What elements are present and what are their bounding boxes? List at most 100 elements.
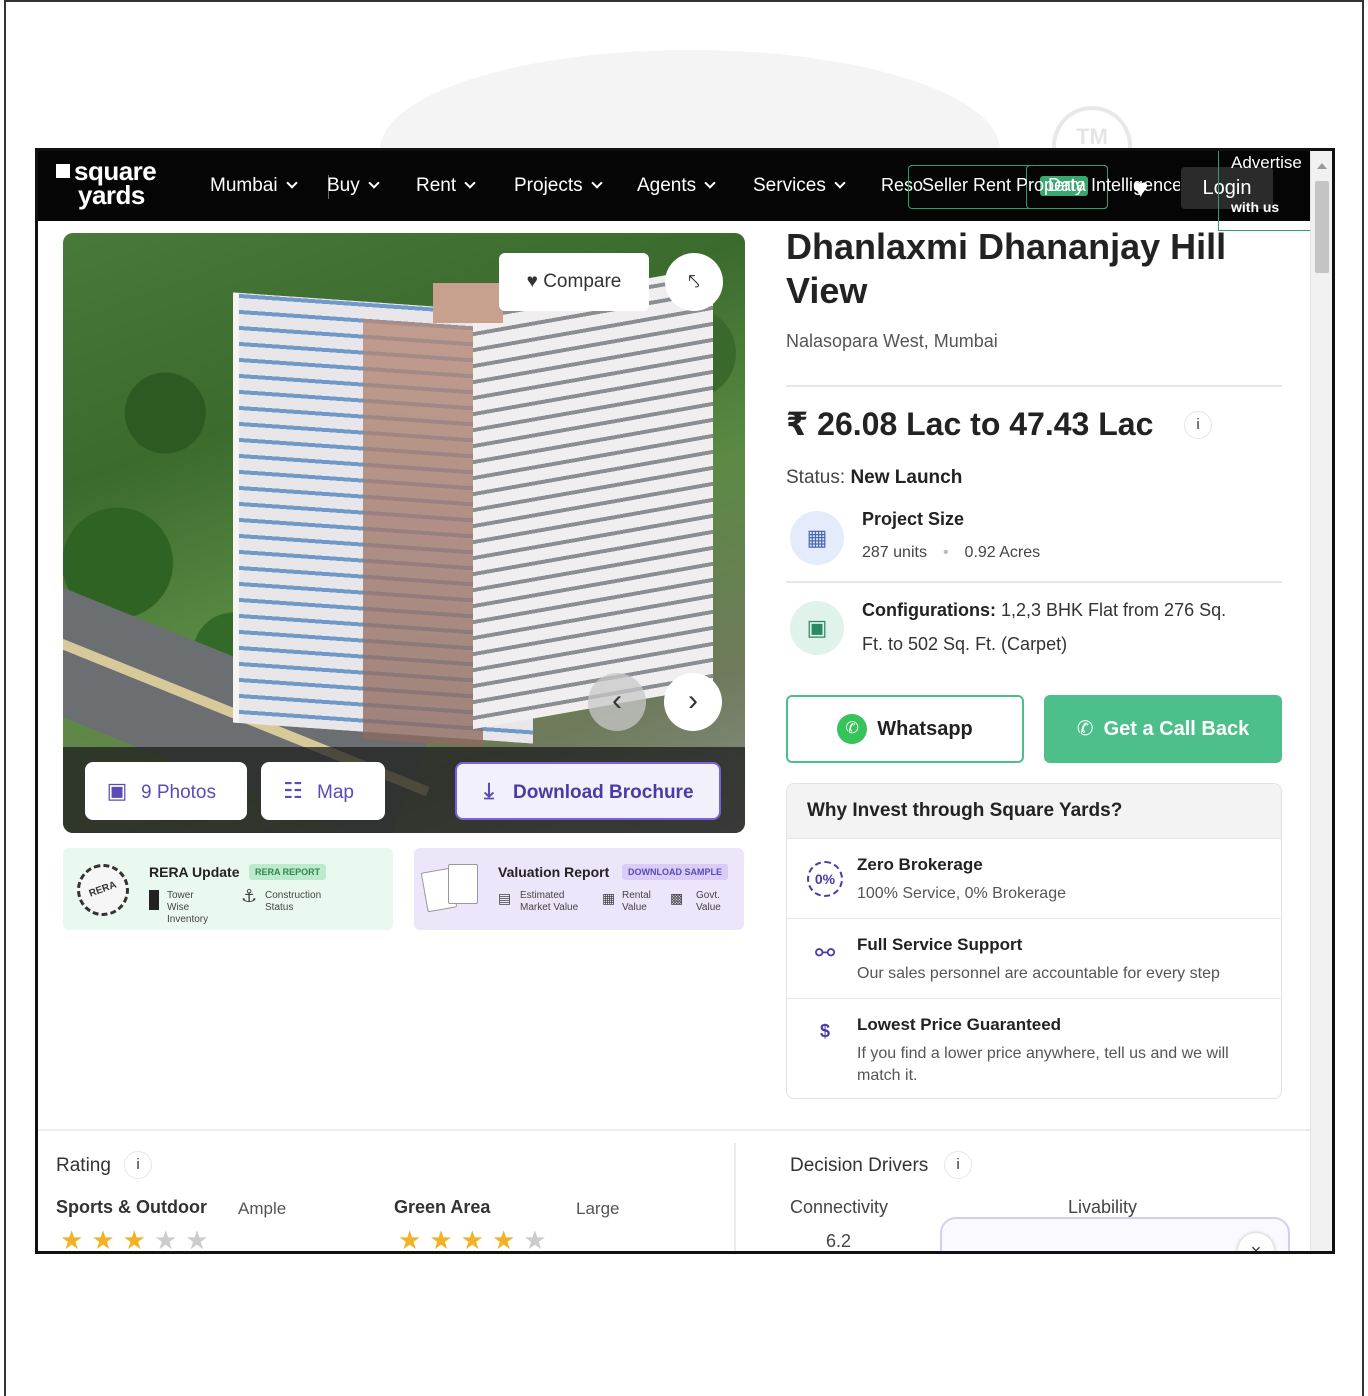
nav-item-projects[interactable]: Projects — [514, 175, 603, 197]
nav-item-city[interactable]: Mumbai — [210, 175, 298, 197]
map-button[interactable]: ☷ Map — [261, 762, 385, 820]
nav-rent-label: Rent — [416, 175, 457, 196]
project-location: Nalasopara West, Mumbai — [786, 331, 998, 351]
whatsapp-label: Whatsapp — [877, 718, 973, 740]
rating-stars-green: ★★★★★ — [398, 1225, 555, 1254]
scrollbar-thumb[interactable] — [1315, 181, 1329, 273]
share-button[interactable]: ⤣ — [665, 253, 723, 311]
nav-item-services[interactable]: Services — [753, 175, 846, 197]
connectivity-label: Connectivity — [790, 1197, 889, 1217]
nav-item-rent[interactable]: Rent — [416, 175, 476, 197]
size-acres: 0.92 Acres — [964, 544, 1041, 561]
rental-value: ▦ Rental Value — [602, 890, 662, 914]
tower-side — [473, 266, 713, 730]
download-sample-tag: DOWNLOAD SAMPLE — [622, 864, 728, 880]
rental-value-label: Rental Value — [622, 890, 651, 913]
next-image-button[interactable]: › — [664, 673, 722, 731]
construction-status-label: Construction Status — [265, 890, 322, 913]
logo-text-line2: yards — [78, 180, 145, 210]
project-image-gallery[interactable]: ♥ Compare ⤣ ‹ › ▣ 9 Photos ☷ Map ⤓ Download… — [63, 233, 745, 833]
star-empty-icon: ★ — [153, 1225, 186, 1254]
previous-image-button[interactable]: ‹ — [588, 673, 646, 731]
chevron-left-icon: ‹ — [612, 684, 622, 717]
rera-seal-icon: RERA — [69, 856, 137, 924]
photo-icon: ▣ — [106, 778, 128, 803]
valuation-report-card[interactable]: Valuation Report DOWNLOAD SAMPLE ▤ Estima… — [414, 848, 744, 930]
why-item-description: 100% Service, 0% Brokerage — [857, 885, 1066, 902]
chevron-down-icon — [368, 177, 380, 189]
why-item-title: Full Service Support — [857, 935, 1023, 954]
why-item-service-support: ⚯ Full Service Support Our sales personn… — [787, 918, 1281, 998]
price-info-icon[interactable]: i — [1184, 411, 1212, 439]
divider — [786, 385, 1282, 387]
nav-city-label: Mumbai — [210, 175, 278, 196]
crane-icon: ⚓ — [241, 886, 258, 906]
price-tag-icon: $ — [819, 1021, 830, 1041]
nav-services-label: Services — [753, 175, 826, 196]
map-label: Map — [317, 782, 354, 803]
govt-building-icon: ▩ — [670, 890, 684, 906]
nav-projects-label: Projects — [514, 175, 583, 196]
nav-item-agents[interactable]: Agents — [637, 175, 716, 197]
whatsapp-button[interactable]: ✆ Whatsapp — [786, 695, 1024, 763]
rating-info-icon[interactable]: i — [124, 1151, 152, 1179]
percent-badge-icon: 0% — [807, 861, 843, 897]
rating-label-green: Green Area — [394, 1197, 491, 1217]
project-status: Status: New Launch — [786, 467, 962, 489]
download-brochure-button[interactable]: ⤓ Download Brochure — [455, 762, 721, 820]
connectivity-value: 6.2 — [826, 1231, 852, 1251]
rating-value-green: Large — [576, 1199, 620, 1218]
govt-value: ▩ Govt. Value — [670, 890, 730, 914]
star-empty-icon: ★ — [185, 1225, 217, 1254]
whatsapp-icon: ✆ — [837, 714, 868, 744]
phone-icon: ✆ — [1076, 718, 1094, 740]
market-value-label: Estimated Market Value — [520, 890, 579, 913]
tower-icon — [149, 890, 159, 910]
nav-item-buy[interactable]: Buy — [327, 175, 380, 197]
why-item-description: Our sales personnel are accountable for … — [857, 965, 1220, 982]
rental-icon: ▦ — [602, 890, 616, 906]
share-icon: ⤣ — [688, 271, 700, 293]
scrollbar[interactable] — [1310, 151, 1332, 1251]
advertise-label: Advertise — [1231, 153, 1302, 172]
why-invest-panel: Why Invest through Square Yards? 0% Zero… — [786, 783, 1282, 1099]
tower-roof — [433, 283, 503, 323]
star-filled-icon: ★ — [398, 1225, 430, 1254]
chevron-down-icon — [464, 177, 476, 189]
configurations: Configurations: 1,2,3 BHK Flat from 276 … — [862, 593, 1242, 661]
section-divider — [38, 1129, 1310, 1131]
why-invest-heading: Why Invest through Square Yards? — [787, 784, 1281, 838]
chevron-down-icon — [285, 177, 298, 189]
photos-button[interactable]: ▣ 9 Photos — [85, 762, 247, 820]
heart-icon[interactable]: ♥ — [1133, 173, 1148, 204]
compare-button[interactable]: ♥ Compare — [499, 253, 649, 311]
data-intelligence-label[interactable]: Data Intelligence — [1048, 175, 1180, 196]
rera-update-card[interactable]: RERA RERA Update RERA REPORT Tower Wise … — [63, 848, 393, 930]
gallery-action-bar: ▣ 9 Photos ☷ Map ⤓ Download Brochure — [63, 747, 745, 833]
photos-label: 9 Photos — [141, 782, 216, 803]
construction-status: ⚓ Construction Status — [241, 886, 333, 914]
bullet-separator: • — [942, 544, 949, 561]
status-value: New Launch — [850, 467, 963, 488]
building-icon: ▦ — [790, 511, 844, 565]
nav-agents-label: Agents — [637, 175, 697, 196]
project-size-label: Project Size — [862, 509, 965, 529]
estimated-market-value: ▤ Estimated Market Value — [498, 890, 588, 914]
heart-icon: ♥ — [526, 271, 538, 292]
decision-info-icon[interactable]: i — [944, 1151, 972, 1179]
size-units: 287 units — [862, 544, 927, 561]
chevron-down-icon — [704, 177, 716, 189]
chevron-down-icon — [590, 177, 603, 189]
status-label: Status: — [786, 467, 846, 488]
map-icon: ☷ — [283, 778, 303, 803]
chevron-down-icon — [834, 177, 846, 189]
star-empty-icon: ★ — [523, 1225, 555, 1254]
get-call-back-button[interactable]: ✆ Get a Call Back — [1044, 695, 1282, 763]
why-item-description: If you find a lower price anywhere, tell… — [857, 1045, 1229, 1084]
scroll-up-arrow-icon[interactable] — [1317, 163, 1327, 169]
price-range: ₹ 26.08 Lac to 47.43 Lac — [786, 406, 1154, 442]
star-filled-icon: ★ — [91, 1225, 123, 1254]
square-yards-logo[interactable]: square yards — [56, 158, 157, 210]
rating-value-sports: Ample — [238, 1199, 287, 1218]
tower-facade — [363, 318, 483, 748]
